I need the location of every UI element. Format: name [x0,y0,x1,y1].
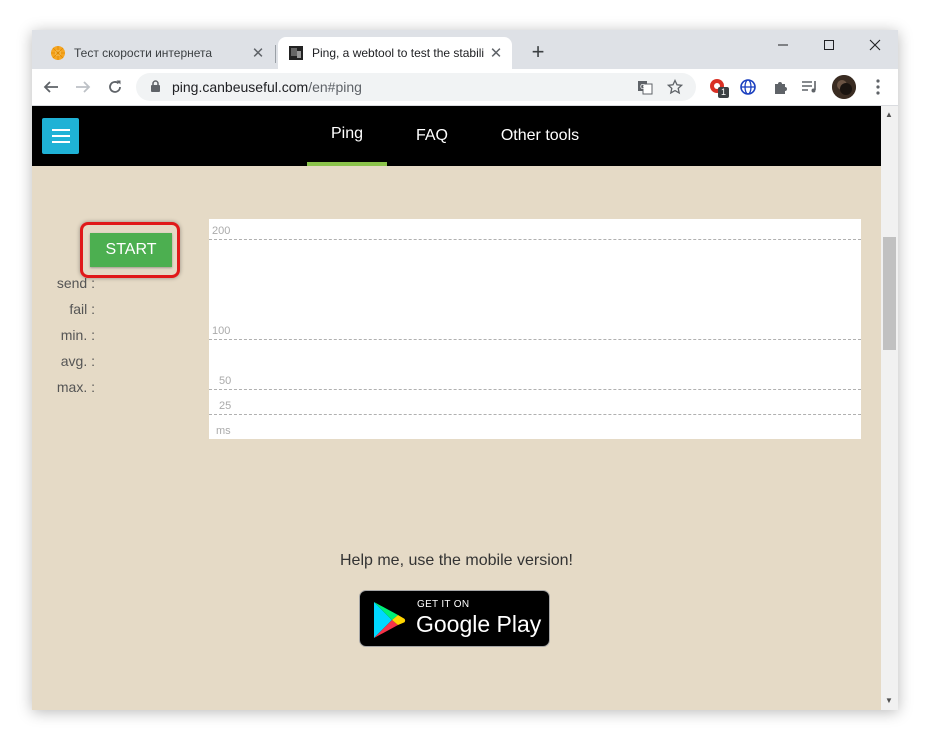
grid-label-25: 25 [219,400,232,412]
tab-strip: Тест скорости интернета ✕ Ping, a webtoo… [32,30,898,69]
media-icon[interactable] [800,77,820,97]
stat-send-label: send : [56,275,95,291]
scrollbar-thumb[interactable] [883,237,896,350]
start-button[interactable]: START [90,233,172,267]
grid-label-100: 100 [212,325,231,337]
nav-ping[interactable]: Ping [307,106,387,166]
translate-icon[interactable]: G [636,78,654,96]
extension-red-icon[interactable]: 1 [708,77,729,98]
gridline-25 [209,414,861,415]
svg-text:G: G [640,83,645,91]
maximize-icon[interactable] [806,30,852,60]
site-header: Ping FAQ Other tools [32,106,881,166]
tab-ping[interactable]: Ping, a webtool to test the stabili ✕ [278,37,512,69]
tab-close-icon[interactable]: ✕ [486,43,506,63]
menu-icon[interactable] [868,77,888,97]
badge-top-text: GET IT ON [417,599,470,610]
tab-title: Тест скорости интернета [74,46,213,60]
vertical-scrollbar[interactable]: ▲ ▼ [881,106,898,710]
grid-label-200: 200 [212,225,231,237]
browser-window: Тест скорости интернета ✕ Ping, a webtoo… [32,30,898,710]
stat-min-label: min. : [60,327,95,343]
orange-favicon-icon [51,46,65,60]
lock-icon[interactable] [150,80,161,93]
avatar[interactable] [832,75,856,99]
tab-close-icon[interactable]: ✕ [248,43,268,63]
tab-divider [275,45,276,63]
badge-main-text: Google Play [416,611,542,637]
gridline-50 [209,389,861,390]
start-button-highlight: START [80,222,180,278]
scroll-down-icon[interactable]: ▼ [885,696,893,705]
ping-chart: 200 100 50 25 ms [209,219,861,439]
hamburger-menu-button[interactable] [42,118,79,154]
puzzle-icon[interactable] [770,77,790,97]
gridline-200 [209,239,861,240]
star-icon[interactable] [666,78,684,96]
page-viewport: Ping FAQ Other tools START send : fail :… [32,106,881,710]
stat-avg-label: avg. : [60,353,95,369]
nav-other-tools[interactable]: Other tools [490,106,590,166]
google-play-badge[interactable]: GET IT ON Google Play [359,590,550,647]
reload-icon[interactable] [101,73,129,101]
browser-toolbar: ping.canbeuseful.com/en#ping G 1 [32,69,898,106]
extension-badge: 1 [718,87,729,98]
url-text: ping.canbeuseful.com/en#ping [172,79,362,95]
gridline-100 [209,339,861,340]
promo-text: Help me, use the mobile version! [340,552,573,569]
tab-title: Ping, a webtool to test the stabili [312,46,485,60]
unit-label: ms [216,425,231,437]
back-icon[interactable] [37,73,65,101]
google-play-icon [374,602,406,638]
stat-fail-label: fail : [69,301,95,317]
stat-max-label: max. : [56,379,95,395]
scroll-up-icon[interactable]: ▲ [885,110,893,119]
grid-label-50: 50 [219,375,232,387]
forward-icon[interactable] [69,73,97,101]
address-bar[interactable]: ping.canbeuseful.com/en#ping G [136,73,696,101]
nav-faq[interactable]: FAQ [402,106,462,166]
minimize-icon[interactable] [760,30,806,60]
ping-favicon-icon [289,46,303,60]
new-tab-button[interactable]: + [526,41,550,65]
window-close-icon[interactable] [852,30,898,60]
globe-icon[interactable] [738,77,758,97]
tab-speed-test[interactable]: Тест скорости интернета ✕ [40,37,274,69]
